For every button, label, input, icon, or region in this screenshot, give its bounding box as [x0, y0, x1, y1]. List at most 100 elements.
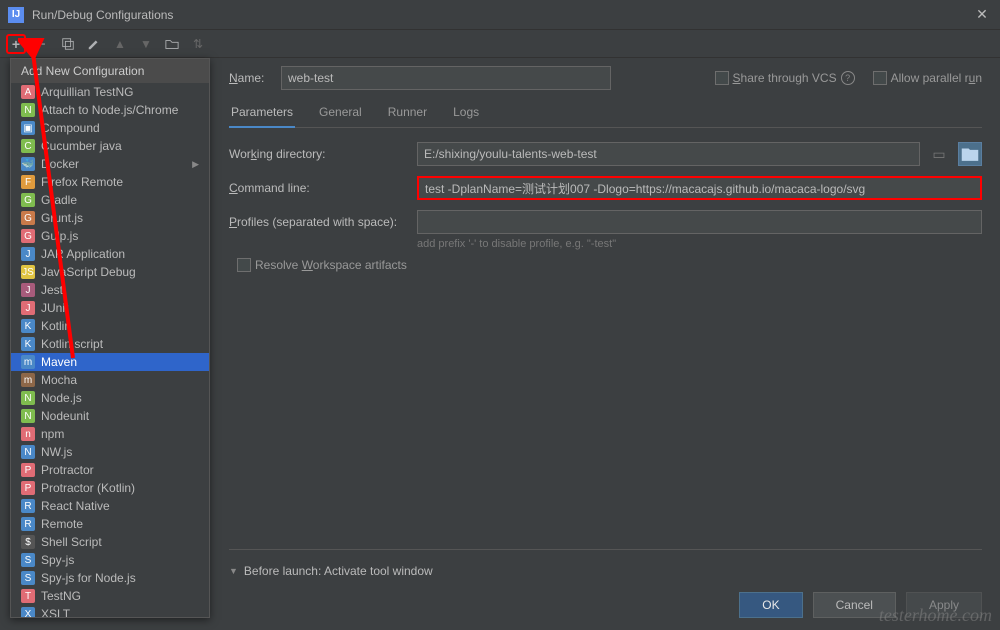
add-config-button[interactable]: + [6, 34, 26, 54]
config-type-nw-js[interactable]: NNW.js [11, 443, 209, 461]
config-type-jest[interactable]: JJest [11, 281, 209, 299]
titlebar: IJ Run/Debug Configurations ✕ [0, 0, 1000, 30]
help-icon[interactable]: ? [841, 71, 855, 85]
config-icon: A [21, 85, 35, 99]
config-icon: C [21, 139, 35, 153]
tab-parameters[interactable]: Parameters [229, 105, 295, 127]
edit-config-button[interactable] [84, 34, 104, 54]
config-type-maven[interactable]: m Maven [11, 353, 209, 371]
share-vcs-checkbox[interactable]: Share through VCS? [715, 71, 855, 85]
config-type-kotlin[interactable]: KKotlin [11, 317, 209, 335]
config-icon: ▣ [21, 121, 35, 135]
app-icon: IJ [8, 7, 24, 23]
before-launch-section[interactable]: ▼ Before launch: Activate tool window [229, 550, 982, 592]
apply-button[interactable]: Apply [906, 592, 982, 618]
ok-button[interactable]: OK [739, 592, 802, 618]
config-label: React Native [41, 499, 110, 513]
config-label: Mocha [41, 373, 77, 387]
config-type-shell-script[interactable]: $ Shell Script [11, 533, 209, 551]
config-label: Shell Script [41, 535, 102, 549]
config-icon: X [21, 607, 35, 618]
config-label: Maven [41, 355, 77, 369]
config-type-grunt-js[interactable]: GGrunt.js [11, 209, 209, 227]
down-button[interactable]: ▼ [136, 34, 156, 54]
config-type-docker[interactable]: 🐳Docker▶ [11, 155, 209, 173]
config-type-gulp-js[interactable]: GGulp.js [11, 227, 209, 245]
parameters-form: Working directory: ▭ Command line: Profi… [229, 128, 982, 282]
config-type-firefox-remote[interactable]: FFirefox Remote [11, 173, 209, 191]
tab-general[interactable]: General [317, 105, 364, 127]
config-label: JAR Application [41, 247, 125, 261]
config-icon: n [21, 427, 35, 441]
insert-path-icon[interactable] [958, 142, 982, 166]
config-label: JUnit [41, 301, 68, 315]
cancel-button[interactable]: Cancel [813, 592, 896, 618]
config-type-spy-js[interactable]: SSpy-js [11, 551, 209, 569]
config-type-junit[interactable]: JJUnit [11, 299, 209, 317]
sort-button[interactable]: ⇅ [188, 34, 208, 54]
config-type-arquillian-testng[interactable]: A Arquillian TestNG [11, 83, 209, 101]
config-type-react-native[interactable]: R React Native [11, 497, 209, 515]
config-label: Kotlin script [41, 337, 103, 351]
folder-button[interactable] [162, 34, 182, 54]
up-button[interactable]: ▲ [110, 34, 130, 54]
browse-folder-icon[interactable]: ▭ [928, 142, 950, 166]
config-icon: N [21, 391, 35, 405]
config-type-cucumber-java[interactable]: CCucumber java [11, 137, 209, 155]
config-icon: N [21, 103, 35, 117]
config-type-protractor[interactable]: PProtractor [11, 461, 209, 479]
tab-runner[interactable]: Runner [386, 105, 429, 127]
remove-config-button[interactable]: − [32, 34, 52, 54]
working-dir-input[interactable] [417, 142, 920, 166]
config-icon: R [21, 499, 35, 513]
config-type-spy-js-for-node-js[interactable]: SSpy-js for Node.js [11, 569, 209, 587]
command-line-input[interactable] [417, 176, 982, 200]
config-icon: JS [21, 265, 35, 279]
config-icon: S [21, 553, 35, 567]
config-icon: 🐳 [21, 157, 35, 171]
config-icon: P [21, 463, 35, 477]
submenu-arrow-icon: ▶ [192, 159, 199, 170]
config-type-nodeunit[interactable]: N Nodeunit [11, 407, 209, 425]
config-icon: N [21, 409, 35, 423]
config-label: Nodeunit [41, 409, 89, 423]
config-icon: K [21, 337, 35, 351]
config-type-jar-application[interactable]: JJAR Application [11, 245, 209, 263]
config-label: Compound [41, 121, 100, 135]
config-type-node-js[interactable]: N Node.js [11, 389, 209, 407]
copy-config-button[interactable] [58, 34, 78, 54]
config-label: Attach to Node.js/Chrome [41, 103, 178, 117]
config-type-xslt[interactable]: XXSLT [11, 605, 209, 618]
name-input[interactable] [281, 66, 611, 90]
popup-header: Add New Configuration [11, 59, 209, 83]
close-button[interactable]: ✕ [972, 6, 992, 23]
config-type-remote[interactable]: RRemote [11, 515, 209, 533]
config-type-gradle[interactable]: GGradle [11, 191, 209, 209]
config-label: Jest [41, 283, 63, 297]
config-type-npm[interactable]: nnpm [11, 425, 209, 443]
config-icon: m [21, 373, 35, 387]
config-type-protractor-kotlin-[interactable]: PProtractor (Kotlin) [11, 479, 209, 497]
tab-logs[interactable]: Logs [451, 105, 481, 127]
config-icon: P [21, 481, 35, 495]
profiles-input[interactable] [417, 210, 982, 234]
toolbar: + − ▲ ▼ ⇅ [0, 30, 1000, 58]
config-label: Arquillian TestNG [41, 85, 133, 99]
config-type-kotlin-script[interactable]: K Kotlin script [11, 335, 209, 353]
resolve-workspace-checkbox[interactable]: Resolve Workspace artifacts [237, 258, 407, 272]
config-icon: T [21, 589, 35, 603]
config-type-testng[interactable]: TTestNG [11, 587, 209, 605]
profiles-hint: add prefix '-' to disable profile, e.g. … [417, 238, 982, 250]
config-type-javascript-debug[interactable]: JSJavaScript Debug [11, 263, 209, 281]
collapse-icon: ▼ [229, 566, 238, 576]
config-type-compound[interactable]: ▣ Compound [11, 119, 209, 137]
parallel-checkbox[interactable]: Allow parallel run [873, 71, 982, 85]
config-icon: G [21, 193, 35, 207]
config-label: Grunt.js [41, 211, 83, 225]
config-type-mocha[interactable]: m Mocha [11, 371, 209, 389]
config-icon: m [21, 355, 35, 369]
config-label: Node.js [41, 391, 82, 405]
name-label: Name: [229, 71, 271, 85]
config-type-attach-to-node-js-chrome[interactable]: N Attach to Node.js/Chrome [11, 101, 209, 119]
config-icon: $ [21, 535, 35, 549]
